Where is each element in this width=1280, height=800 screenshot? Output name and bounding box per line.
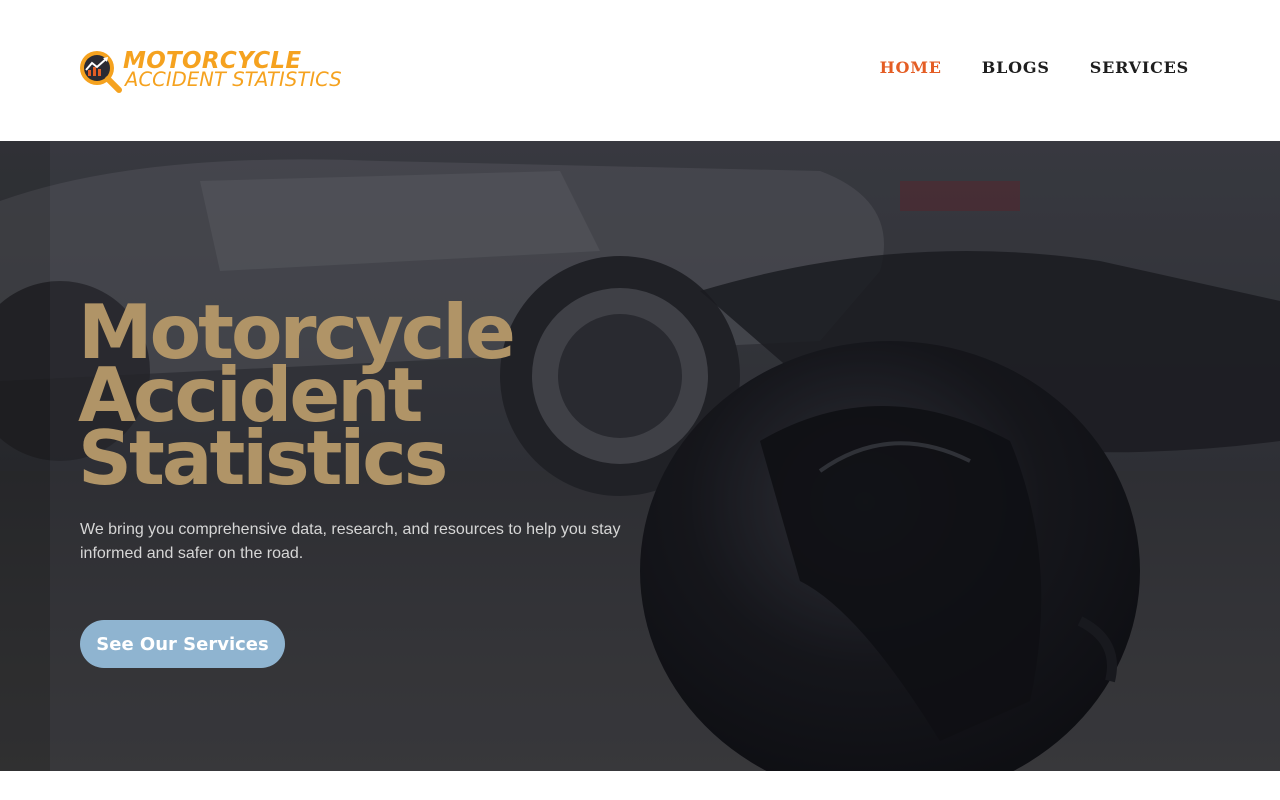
hero-subtitle: We bring you comprehensive data, researc… [80,521,621,562]
hero-title: Motorcycle Accident Statistics [78,295,638,502]
site-logo[interactable]: MOTORCYCLE ACCIDENT STATISTICS [77,46,357,96]
logo-subtitle: ACCIDENT STATISTICS [125,68,342,91]
hero-section: Motorcycle Accident Statistics We bring … [0,141,1280,771]
nav-item-blogs[interactable]: BLOGS [982,57,1050,79]
chart-magnifier-icon [80,51,122,93]
nav-item-services[interactable]: SERVICES [1090,57,1189,79]
main-nav: HOME BLOGS SERVICES [880,57,1189,79]
hero-title-line: Statistics [78,414,448,502]
site-header: MOTORCYCLE ACCIDENT STATISTICS HOME BLOG… [0,0,1280,141]
nav-item-home[interactable]: HOME [880,57,942,79]
see-services-button[interactable]: See Our Services [80,620,285,668]
page-below-hero [0,771,1280,800]
